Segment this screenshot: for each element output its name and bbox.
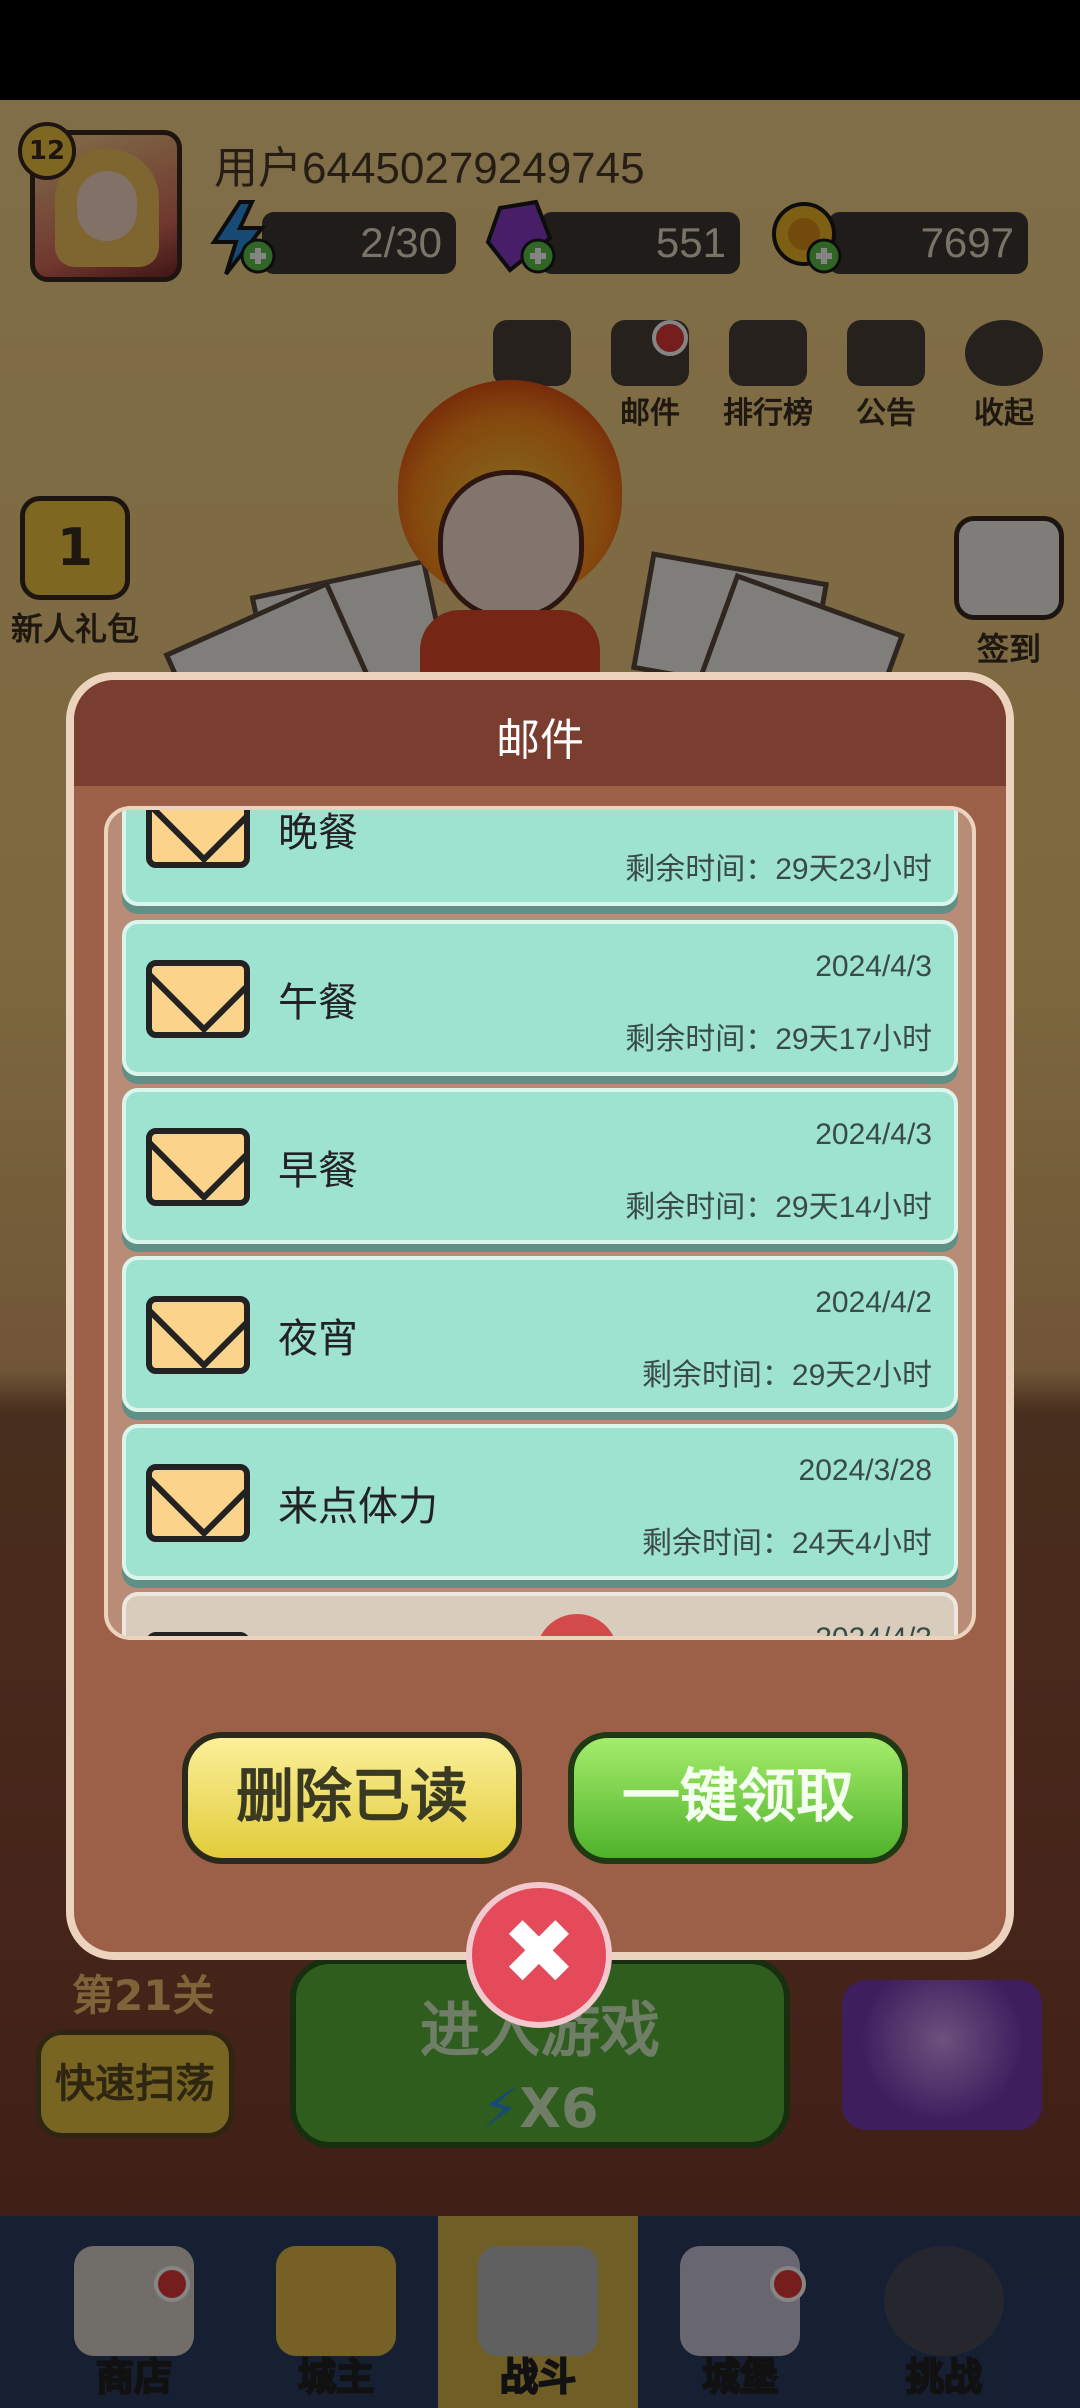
wax-seal-icon xyxy=(536,1614,618,1636)
mail-date: 2024/4/3 xyxy=(815,950,932,983)
close-icon: ✖ xyxy=(501,1900,577,2005)
mail-title: 早餐 xyxy=(278,1149,358,1193)
mail-remaining-time: 剩余时间：29天2小时 xyxy=(641,1359,932,1392)
mail-date: 2024/3/28 xyxy=(798,1454,932,1487)
mail-date: 2024/4/3 xyxy=(815,810,932,814)
mail-item[interactable]: 来点体力 2024/3/28 剩余时间：24天4小时 xyxy=(122,1424,958,1580)
mail-item-read[interactable]: 2024/4/3 xyxy=(122,1592,958,1640)
mail-date: 2024/4/2 xyxy=(815,1286,932,1319)
close-dialog-button[interactable]: ✖ xyxy=(466,1882,612,2028)
envelope-icon xyxy=(146,960,250,1038)
status-bar xyxy=(0,0,1080,100)
mail-dialog: 邮件 晚餐 2024/4/3 剩余时间：29天23小时 午餐 2024/4/3 … xyxy=(66,672,1014,1960)
mail-remaining-time: 剩余时间：29天14小时 xyxy=(625,1191,932,1224)
envelope-icon xyxy=(146,810,250,868)
mail-title: 夜宵 xyxy=(278,1317,358,1361)
mail-remaining-time: 剩余时间：29天23小时 xyxy=(625,853,932,886)
mail-dialog-title: 邮件 xyxy=(496,716,584,765)
mail-remaining-time: 剩余时间：24天4小时 xyxy=(641,1527,932,1560)
mail-remaining-time: 剩余时间：29天17小时 xyxy=(625,1023,932,1056)
mail-title: 午餐 xyxy=(278,981,358,1025)
mail-date: 2024/4/3 xyxy=(815,1622,932,1640)
claim-all-button[interactable]: 一键领取 xyxy=(568,1732,908,1864)
open-envelope-icon xyxy=(146,1632,250,1636)
mail-list[interactable]: 晚餐 2024/4/3 剩余时间：29天23小时 午餐 2024/4/3 剩余时… xyxy=(104,806,976,1640)
envelope-icon xyxy=(146,1464,250,1542)
mail-date: 2024/4/3 xyxy=(815,1118,932,1151)
mail-item[interactable]: 晚餐 2024/4/3 剩余时间：29天23小时 xyxy=(122,810,958,906)
envelope-icon xyxy=(146,1128,250,1206)
envelope-icon xyxy=(146,1296,250,1374)
mail-title: 晚餐 xyxy=(278,811,358,855)
mail-item[interactable]: 夜宵 2024/4/2 剩余时间：29天2小时 xyxy=(122,1256,958,1412)
mail-item[interactable]: 早餐 2024/4/3 剩余时间：29天14小时 xyxy=(122,1088,958,1244)
delete-read-button[interactable]: 删除已读 xyxy=(182,1732,522,1864)
mail-item[interactable]: 午餐 2024/4/3 剩余时间：29天17小时 xyxy=(122,920,958,1076)
mail-title: 来点体力 xyxy=(278,1485,438,1529)
